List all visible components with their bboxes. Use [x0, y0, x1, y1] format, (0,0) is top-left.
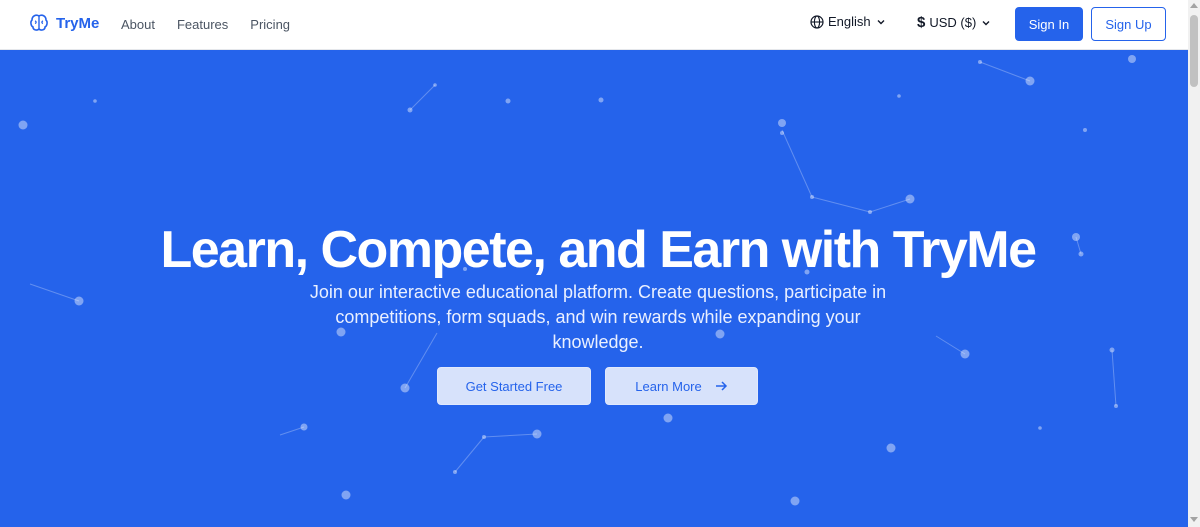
sign-in-button[interactable]: Sign In [1015, 7, 1083, 41]
nav-link-features[interactable]: Features [177, 17, 228, 32]
hero-title: Learn, Compete, and Earn with TryMe [160, 221, 1037, 279]
currency-label: USD ($) [929, 15, 977, 30]
learn-more-label: Learn More [635, 378, 702, 394]
scroll-down-arrow-icon[interactable] [1190, 517, 1198, 522]
dollar-icon: $ [917, 14, 926, 31]
sign-up-button[interactable]: Sign Up [1091, 7, 1166, 41]
scrollbar-thumb[interactable] [1190, 15, 1198, 87]
get-started-button[interactable]: Get Started Free [437, 367, 591, 405]
hero-section: Learn, Compete, and Earn with TryMe Join… [0, 50, 1188, 527]
brain-icon [30, 14, 48, 31]
nav-link-pricing[interactable]: Pricing [250, 17, 290, 32]
currency-selector[interactable]: $ USD ($) [917, 14, 992, 31]
nav-link-about[interactable]: About [121, 17, 155, 32]
globe-icon [810, 14, 824, 29]
brand-logo[interactable]: TryMe [29, 13, 99, 33]
chevron-down-icon [877, 19, 885, 24]
brand-name: TryMe [56, 14, 100, 32]
chevron-down-icon [982, 20, 990, 25]
scroll-up-arrow-icon[interactable] [1190, 3, 1198, 8]
learn-more-button[interactable]: Learn More [605, 367, 758, 405]
language-label: English [828, 14, 871, 29]
vertical-scrollbar[interactable] [1188, 0, 1200, 527]
main-nav: About Features Pricing [121, 17, 290, 32]
arrow-right-icon [715, 381, 727, 391]
hero-subtitle: Join our interactive educational platfor… [309, 282, 887, 352]
language-selector[interactable]: English [810, 14, 887, 29]
top-navbar: TryMe About Features Pricing English $ U… [0, 0, 1188, 50]
